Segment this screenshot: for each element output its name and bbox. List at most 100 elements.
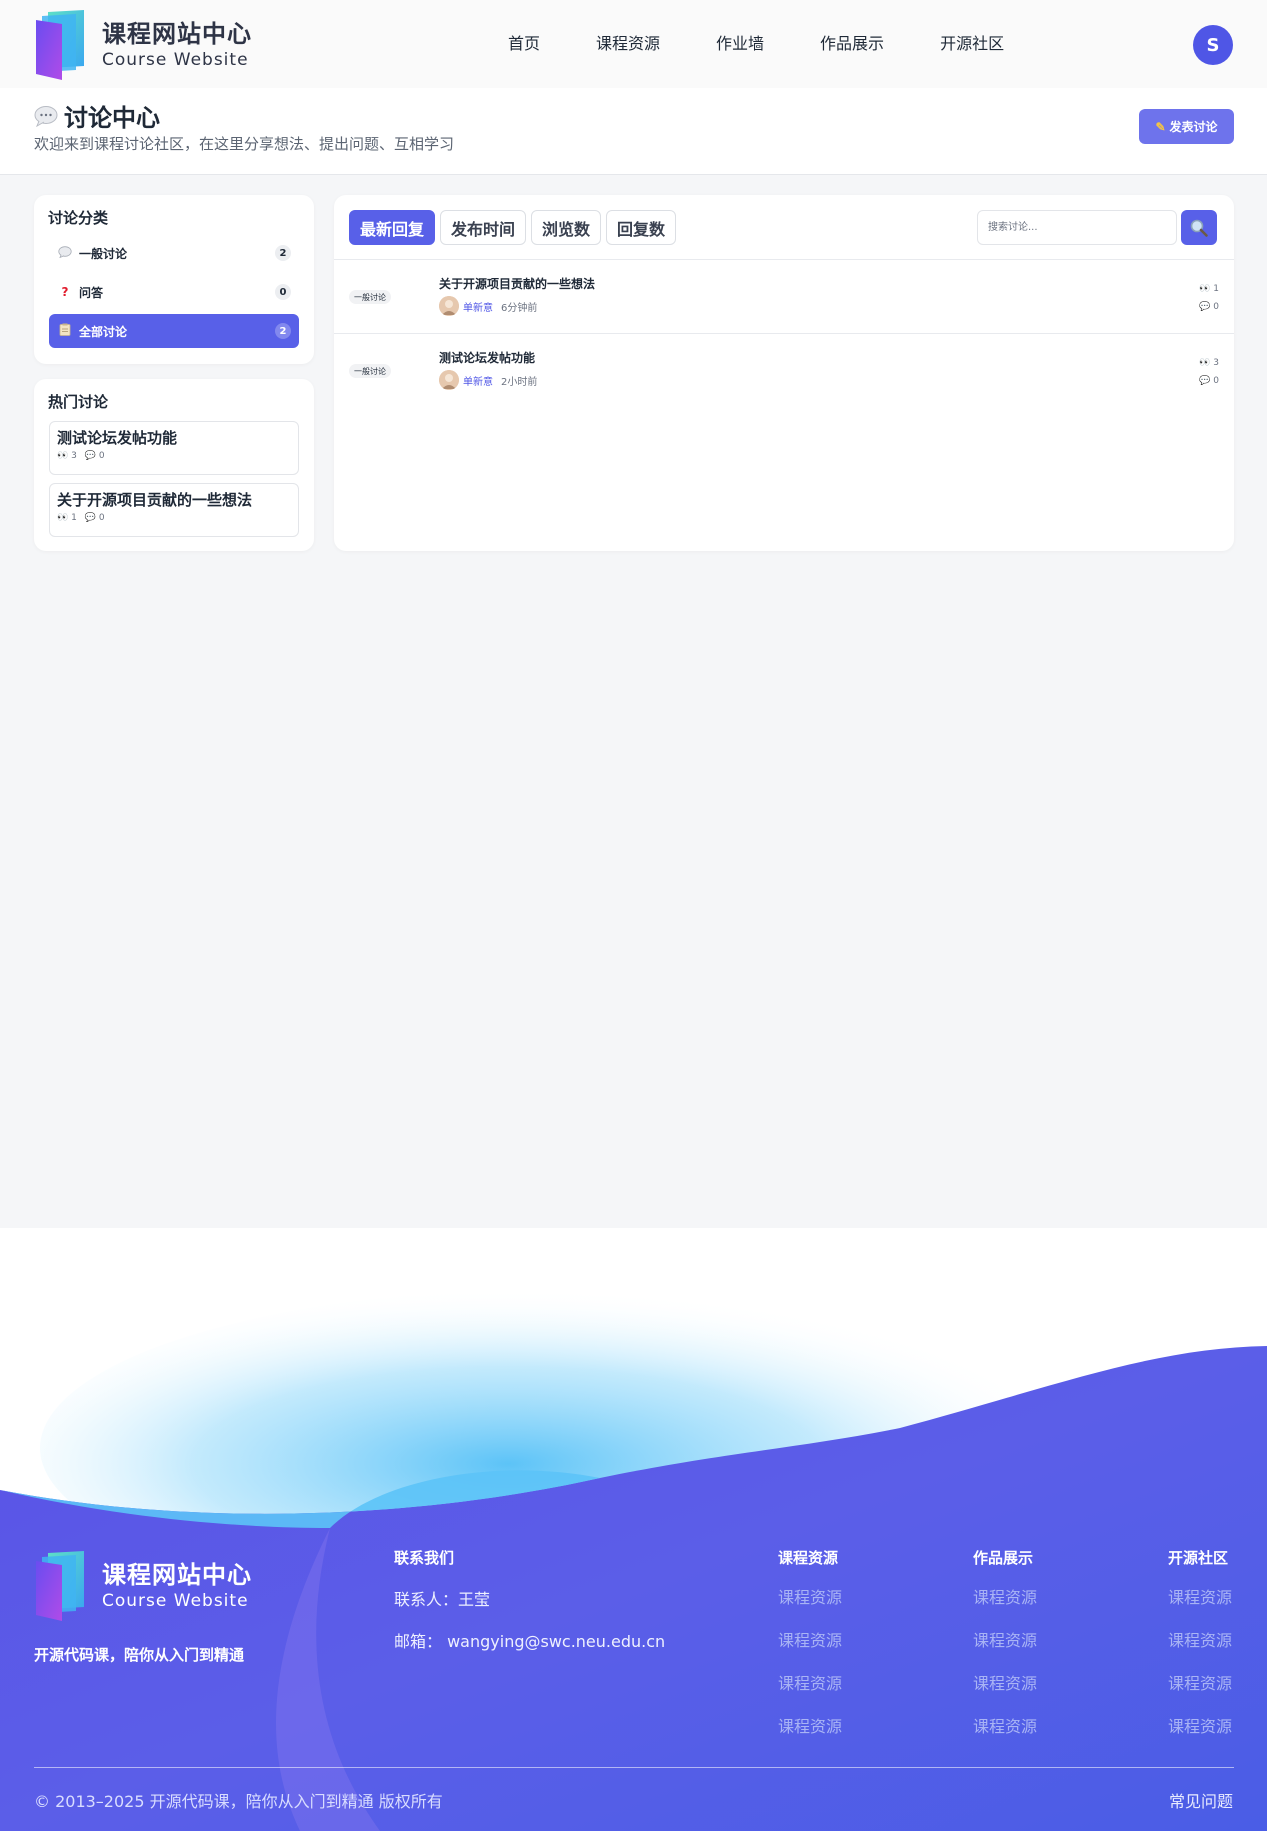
eyes-icon: 👀 [1199, 284, 1211, 294]
page-header: 讨论中心 欢迎来到课程讨论社区，在这里分享想法、提出问题、互相学习 ✎ 发表讨论 [0, 88, 1267, 175]
nav-homework-wall[interactable]: 作业墙 [716, 32, 764, 56]
copyright: © 2013–2025 开源代码课，陪你从入门到精通 版权所有 [34, 1792, 443, 1811]
footer-column-resources: 课程资源 课程资源 课程资源 课程资源 课程资源 [778, 1547, 842, 1758]
author-name[interactable]: 单新意 [463, 373, 493, 388]
reply-count: 💬 0 [84, 451, 105, 461]
book-logo-icon [36, 1551, 84, 1621]
user-avatar[interactable]: S [1193, 25, 1233, 65]
footer-column-showcase: 作品展示 课程资源 课程资源 课程资源 课程资源 [973, 1547, 1037, 1758]
footer-link[interactable]: 课程资源 [973, 1629, 1037, 1652]
footer-link[interactable]: 课程资源 [973, 1672, 1037, 1695]
nav-open-source[interactable]: 开源社区 [940, 32, 1004, 56]
footer-column-title: 课程资源 [778, 1549, 839, 1567]
nav-course-resources[interactable]: 课程资源 [596, 32, 660, 56]
category-label: 问答 [79, 285, 104, 300]
site-logo[interactable]: 课程网站中心 Course Website [34, 10, 252, 80]
thread-category-tag: 一般讨论 [349, 364, 391, 378]
speech-bubble-icon [57, 245, 73, 261]
category-label: 一般讨论 [79, 246, 128, 261]
speech-bubble-icon: 💬 [1199, 302, 1211, 312]
pencil-icon: ✎ [1155, 119, 1166, 134]
category-label: 全部讨论 [79, 324, 128, 339]
category-panel: 讨论分类 一般讨论 2 ? 问答 0 全部讨论 2 [34, 195, 314, 364]
hot-panel-title: 热门讨论 [48, 393, 109, 411]
hot-discussion-title: 关于开源项目贡献的一些想法 [57, 491, 253, 509]
footer-link[interactable]: 课程资源 [1168, 1586, 1232, 1609]
category-general[interactable]: 一般讨论 2 [49, 236, 299, 270]
question-mark-icon: ? [61, 285, 69, 299]
tab-views[interactable]: 浏览数 [531, 210, 602, 245]
category-all[interactable]: 全部讨论 2 [49, 314, 299, 348]
sort-tabs: 最新回复 发布时间 浏览数 回复数 [349, 210, 677, 245]
reply-count: 💬 0 [84, 513, 105, 523]
tab-replies[interactable]: 回复数 [606, 210, 677, 245]
book-logo-icon [36, 10, 84, 80]
speech-bubble-icon: 💬 [1199, 376, 1211, 386]
hot-discussion-title: 测试论坛发帖功能 [57, 429, 178, 447]
eyes-icon: 👀 [57, 451, 69, 461]
thread-time: 6分钟前 [501, 302, 538, 314]
footer-slogan: 开源代码课，陪你从入门到精通 [34, 1646, 245, 1664]
footer-link[interactable]: 课程资源 [778, 1629, 842, 1652]
clipboard-icon [57, 323, 73, 339]
brand-english: Course Website [102, 50, 249, 70]
footer-brand-name: 课程网站中心 [102, 1561, 252, 1589]
footer-brand-english: Course Website [102, 1591, 249, 1611]
view-count: 👀 1 [57, 513, 77, 523]
category-panel-title: 讨论分类 [48, 209, 109, 227]
contact-title: 联系我们 [394, 1549, 455, 1567]
tab-publish-time[interactable]: 发布时间 [440, 210, 527, 245]
footer-column-title: 作品展示 [973, 1549, 1034, 1567]
footer-column-title: 开源社区 [1168, 1549, 1229, 1567]
contact-person: 联系人：王莹 [394, 1590, 491, 1609]
view-count: 👀 3 [57, 451, 77, 461]
search-input[interactable] [977, 210, 1177, 245]
footer-link[interactable]: 课程资源 [1168, 1672, 1232, 1695]
author-avatar[interactable] [439, 296, 459, 316]
footer-link[interactable]: 课程资源 [778, 1586, 842, 1609]
page-subtitle: 欢迎来到课程讨论社区，在这里分享想法、提出问题、互相学习 [34, 135, 455, 153]
discussion-list-panel: 最新回复 发布时间 浏览数 回复数 一般讨论 关于开源项目贡献的一些想法 单新意… [334, 195, 1234, 551]
nav-showcase[interactable]: 作品展示 [820, 32, 884, 56]
nav-home[interactable]: 首页 [508, 32, 540, 56]
footer-link[interactable]: 课程资源 [778, 1672, 842, 1695]
eyes-icon: 👀 [1199, 358, 1211, 368]
site-footer: 课程网站中心 Course Website 开源代码课，陪你从入门到精通 联系我… [0, 1228, 1267, 1831]
category-count: 2 [275, 323, 291, 339]
search-button[interactable] [1181, 210, 1217, 245]
reply-count: 💬 0 [1199, 376, 1219, 386]
footer-link[interactable]: 课程资源 [778, 1715, 842, 1738]
hot-discussion-item[interactable]: 测试论坛发帖功能 👀 3 💬 0 [49, 421, 299, 475]
main-nav: 首页 课程资源 作业墙 作品展示 开源社区 [508, 32, 1060, 56]
thread-title[interactable]: 关于开源项目贡献的一些想法 [439, 275, 595, 292]
brand-name: 课程网站中心 [102, 20, 252, 48]
new-discussion-button[interactable]: ✎ 发表讨论 [1139, 109, 1234, 144]
top-navbar: 课程网站中心 Course Website 首页 课程资源 作业墙 作品展示 开… [0, 0, 1267, 88]
category-count: 0 [275, 284, 291, 300]
tab-latest-reply[interactable]: 最新回复 [349, 210, 436, 245]
contact-email[interactable]: 邮箱： wangying@swc.neu.edu.cn [394, 1628, 665, 1652]
thread-category-tag: 一般讨论 [349, 290, 391, 304]
footer-link[interactable]: 课程资源 [973, 1715, 1037, 1738]
hot-discussion-item[interactable]: 关于开源项目贡献的一些想法 👀 1 💬 0 [49, 483, 299, 537]
footer-logo[interactable]: 课程网站中心 Course Website [34, 1551, 252, 1621]
view-count: 👀 3 [1199, 358, 1219, 368]
thread-title[interactable]: 测试论坛发帖功能 [439, 349, 535, 366]
hot-discussions-panel: 热门讨论 测试论坛发帖功能 👀 3 💬 0 关于开源项目贡献的一些想法 👀 1 … [34, 379, 314, 551]
footer-contact: 联系我们 联系人：王莹 邮箱： wangying@swc.neu.edu.cn [394, 1547, 665, 1670]
category-qa[interactable]: ? 问答 0 [49, 275, 299, 309]
reply-count: 💬 0 [1199, 302, 1219, 312]
speech-bubble-icon: 💬 [84, 451, 97, 461]
author-avatar[interactable] [439, 370, 459, 390]
faq-link[interactable]: 常见问题 [1169, 1788, 1233, 1812]
eyes-icon: 👀 [57, 513, 69, 523]
new-discussion-label: 发表讨论 [1169, 120, 1218, 134]
thread-row[interactable]: 一般讨论 关于开源项目贡献的一些想法 单新意 6分钟前 👀 1 💬 0 [334, 260, 1234, 333]
speech-bubble-icon [34, 105, 58, 127]
footer-column-community: 开源社区 课程资源 课程资源 课程资源 课程资源 [1168, 1547, 1232, 1758]
thread-row[interactable]: 一般讨论 测试论坛发帖功能 单新意 2小时前 👀 3 💬 0 [334, 334, 1234, 407]
author-name[interactable]: 单新意 [463, 299, 493, 314]
footer-link[interactable]: 课程资源 [1168, 1629, 1232, 1652]
footer-link[interactable]: 课程资源 [1168, 1715, 1232, 1738]
footer-link[interactable]: 课程资源 [973, 1586, 1037, 1609]
